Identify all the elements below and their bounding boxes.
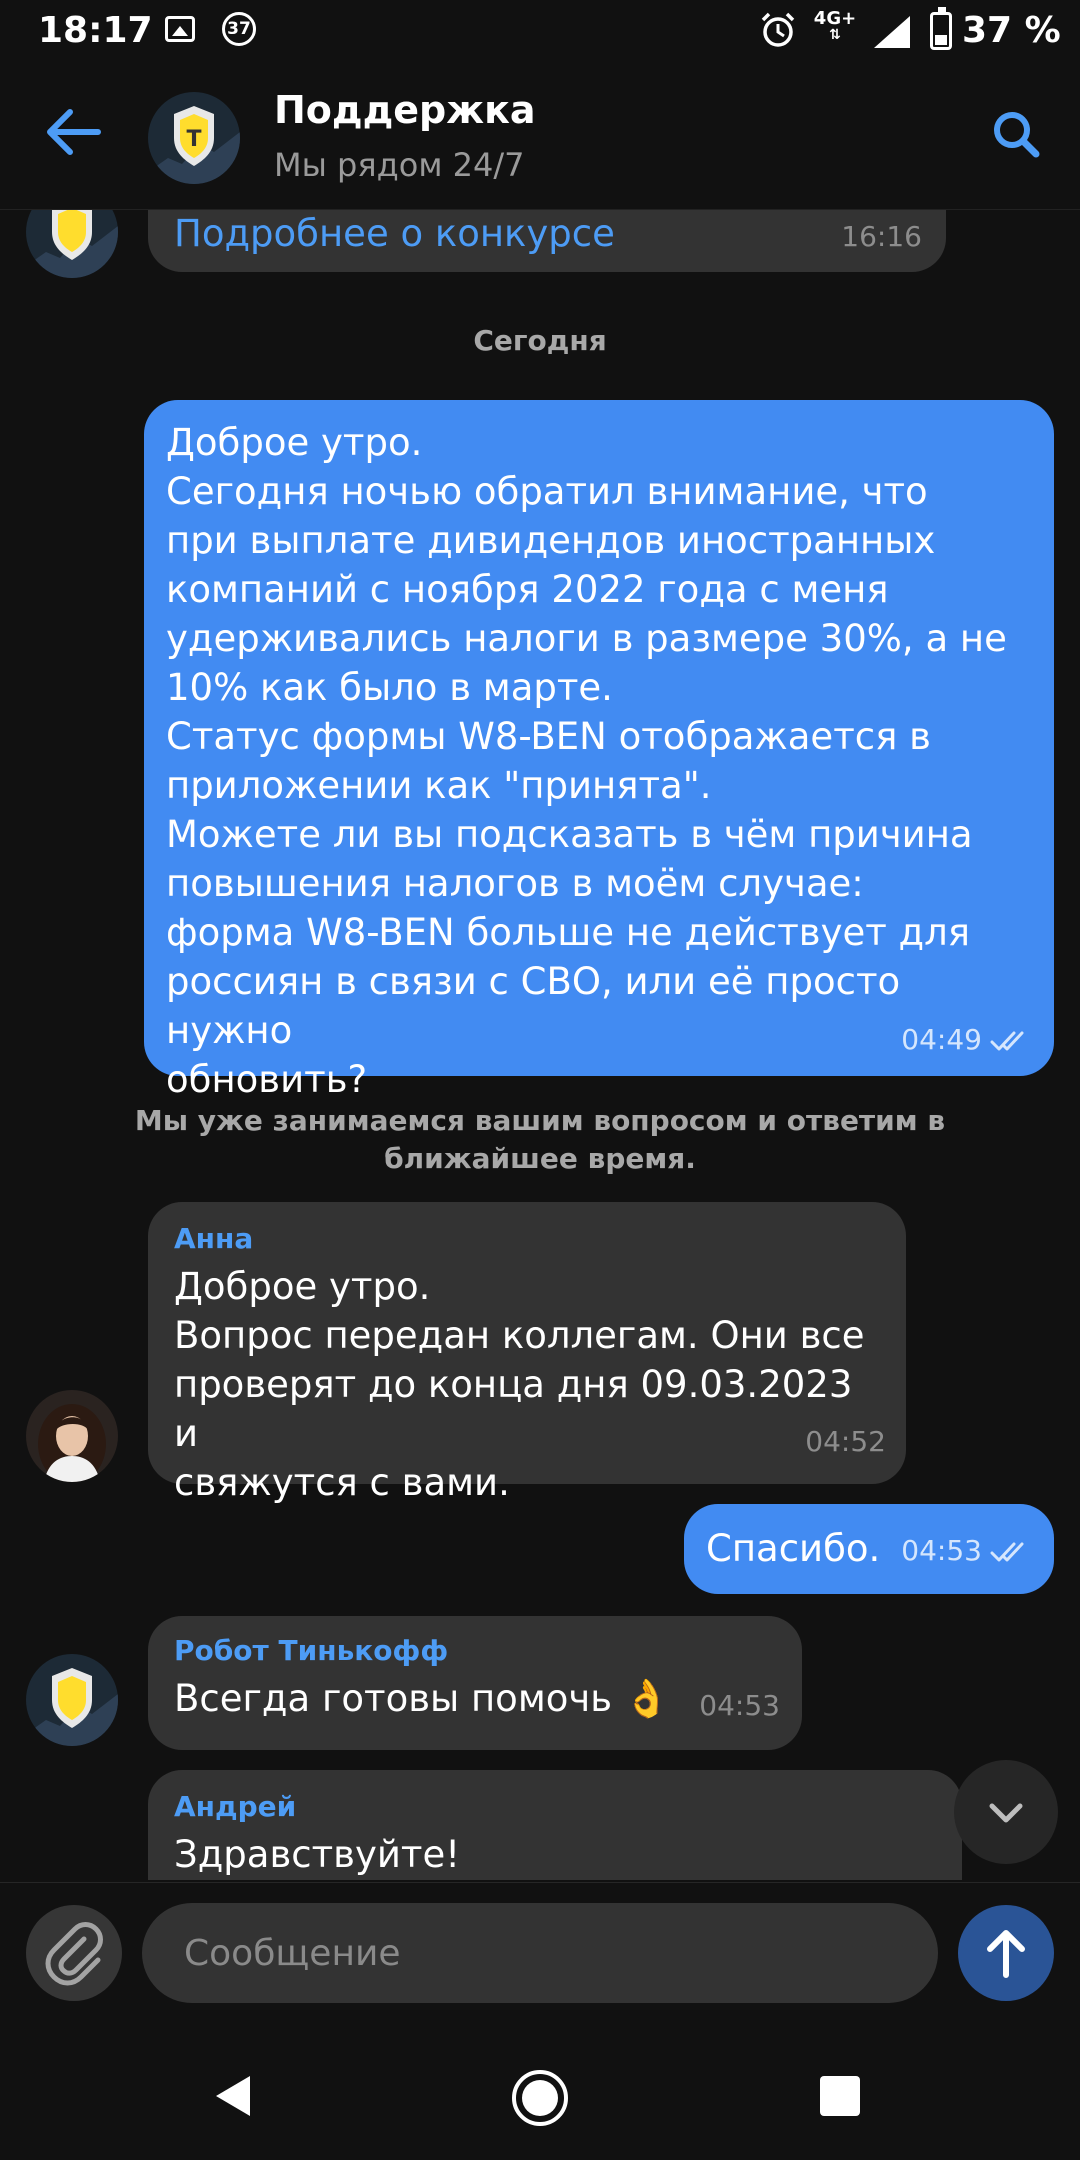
chevron-down-icon — [989, 1803, 1023, 1823]
contest-details-link[interactable]: Подробнее о конкурсе — [174, 212, 615, 255]
chat-subtitle: Мы рядом 24/7 — [274, 146, 525, 184]
send-button[interactable] — [958, 1905, 1054, 2001]
message-bubble-incoming[interactable]: Подробнее о конкурсе 16:16 — [148, 210, 946, 272]
attach-button[interactable] — [26, 1905, 122, 2001]
double-check-icon — [990, 1542, 1024, 1562]
send-arrow-icon — [987, 1930, 1025, 1978]
status-time: 18:17 — [38, 10, 153, 51]
data-arrows-icon: ⇅ — [829, 27, 841, 43]
network-indicator: 4G+ ⇅ — [812, 8, 858, 43]
message-status: 04:53 — [901, 1534, 1030, 1567]
message-time: 04:53 — [901, 1534, 982, 1567]
agent-avatar[interactable] — [26, 1390, 118, 1482]
sender-name[interactable]: Анна — [174, 1222, 880, 1256]
system-note: Мы уже занимаемся вашим вопросом и ответ… — [134, 1104, 946, 1175]
signal-icon — [874, 16, 910, 48]
message-bubble-incoming[interactable]: Анна Доброе утро. Вопрос передан коллега… — [148, 1202, 906, 1504]
battery-icon — [930, 7, 952, 50]
message-text: Здравствуйте! — [174, 1833, 461, 1876]
gallery-notification-icon — [165, 16, 195, 42]
message-text: Доброе утро. Сегодня ночью обратил внима… — [166, 421, 1007, 1101]
chat-title: Поддержка — [274, 88, 536, 132]
nav-recent-apps-icon[interactable] — [820, 2076, 860, 2116]
message-status: 04:49 — [901, 1023, 1030, 1056]
message-list[interactable]: Подробнее о конкурсе 16:16 Сегодня Добро… — [0, 210, 1080, 1880]
bank-emblem-icon — [26, 1654, 118, 1746]
message-time: 04:49 — [901, 1023, 982, 1056]
message-bubble-incoming[interactable]: Робот Тинькофф Всегда готовы помочь 👌 04… — [148, 1616, 802, 1750]
battery-level — [935, 35, 947, 45]
back-arrow-icon[interactable] — [42, 104, 106, 160]
chat-header: Т Поддержка Мы рядом 24/7 — [0, 64, 1080, 210]
paperclip-icon — [45, 1922, 103, 1986]
battery-percent: 37 % — [962, 10, 1061, 51]
message-time: 16:16 — [841, 220, 922, 253]
message-text: Доброе утро. Вопрос передан коллегам. Он… — [174, 1265, 865, 1504]
sender-name[interactable]: Андрей — [174, 1790, 936, 1824]
bank-logo-avatar[interactable] — [26, 1654, 118, 1746]
network-type: 4G+ — [813, 8, 857, 29]
nav-back-icon[interactable] — [210, 2072, 258, 2120]
system-navigation-bar — [0, 2032, 1080, 2160]
bank-logo-avatar[interactable]: Т — [148, 92, 240, 184]
svg-text:Т: Т — [186, 127, 201, 152]
alarm-icon — [761, 12, 795, 47]
message-composer — [0, 1882, 1080, 2033]
message-time: 04:52 — [805, 1425, 886, 1458]
double-check-icon — [990, 1031, 1024, 1051]
search-icon[interactable] — [990, 108, 1042, 160]
message-input[interactable] — [142, 1903, 938, 2003]
date-separator: Сегодня — [473, 324, 607, 357]
message-time: 04:53 — [699, 1689, 780, 1722]
message-text: Спасибо. — [706, 1527, 881, 1570]
nav-home-icon[interactable] — [510, 2068, 570, 2128]
message-bubble-outgoing[interactable]: Спасибо. 04:53 — [684, 1504, 1054, 1594]
sender-name[interactable]: Робот Тинькофф — [174, 1634, 776, 1668]
status-bar: 18:17 37 4G+ ⇅ 37 % — [0, 0, 1080, 64]
bank-emblem-icon — [26, 210, 118, 278]
message-text: Всегда готовы помочь 👌 — [174, 1677, 670, 1720]
notification-count-badge: 37 — [222, 12, 256, 46]
agent-photo-icon — [26, 1390, 118, 1482]
scroll-to-bottom-button[interactable] — [954, 1760, 1058, 1864]
message-bubble-outgoing[interactable]: Доброе утро. Сегодня ночью обратил внима… — [144, 400, 1054, 1101]
bank-emblem-icon: Т — [148, 92, 240, 184]
bank-logo-avatar — [26, 210, 118, 278]
message-bubble-incoming[interactable]: Андрей Здравствуйте! — [148, 1770, 962, 1880]
